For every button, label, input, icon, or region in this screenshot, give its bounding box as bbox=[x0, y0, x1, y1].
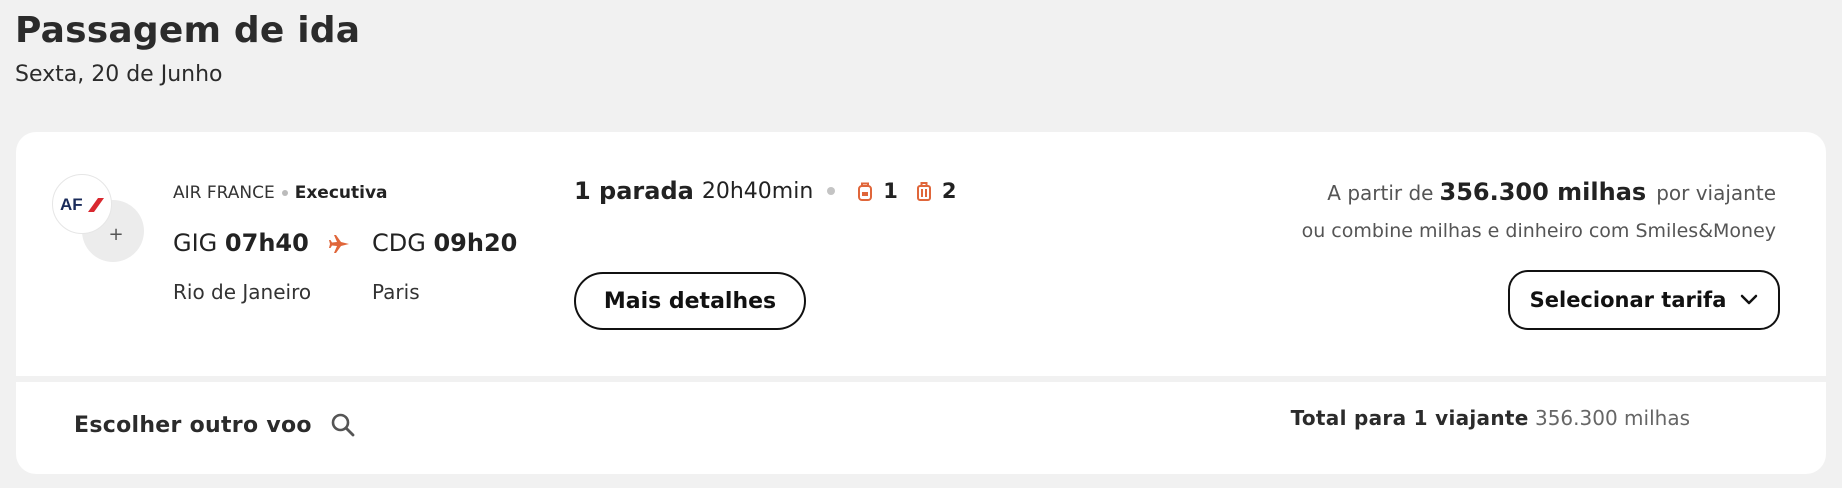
origin-code: GIG bbox=[173, 229, 218, 257]
flight-date: Sexta, 20 de Junho bbox=[15, 62, 223, 87]
plane-icon bbox=[329, 235, 349, 253]
flight-card: AF + AIR FRANCE Executiva GIG 07h40 CDG … bbox=[16, 132, 1826, 474]
price-miles: 356.300 milhas bbox=[1439, 178, 1647, 206]
choose-other-flight-button[interactable]: Escolher outro voo bbox=[74, 412, 356, 438]
cabin-class: Executiva bbox=[294, 183, 388, 203]
backpack-icon bbox=[858, 182, 873, 201]
page-title: Passagem de ida bbox=[15, 10, 361, 51]
plus-icon: + bbox=[108, 223, 124, 245]
suitcase-icon bbox=[916, 182, 931, 201]
stops: 1 parada bbox=[574, 177, 694, 205]
total-value: 356.300 milhas bbox=[1534, 406, 1690, 430]
dot-separator bbox=[827, 187, 836, 195]
dot-separator bbox=[281, 190, 288, 196]
destination-code: CDG bbox=[372, 229, 426, 257]
select-fare-button[interactable]: Selecionar tarifa bbox=[1508, 270, 1780, 330]
checked-bag-count: 2 bbox=[941, 179, 957, 203]
price-info: A partir de 356.300 milhas por viajante bbox=[1327, 178, 1776, 206]
departure-time: 07h40 bbox=[224, 229, 309, 257]
total-label: Total para 1 viajante bbox=[1290, 406, 1529, 430]
carry-on-baggage: 1 bbox=[857, 179, 898, 203]
carry-on-count: 1 bbox=[883, 179, 898, 203]
price-prefix: A partir de bbox=[1327, 181, 1434, 205]
airline-name: AIR FRANCE bbox=[173, 183, 275, 203]
flight-summary: 1 parada 20h40min 1 2 bbox=[574, 177, 975, 205]
destination-city: Paris bbox=[372, 280, 420, 304]
duration: 20h40min bbox=[701, 178, 814, 204]
arrival-time: 09h20 bbox=[433, 229, 518, 257]
more-details-button[interactable]: Mais detalhes bbox=[574, 272, 806, 330]
departure: GIG 07h40 bbox=[173, 229, 309, 257]
origin-city: Rio de Janeiro bbox=[173, 280, 312, 304]
total-price: Total para 1 viajante 356.300 milhas bbox=[1291, 406, 1690, 430]
price-suffix: por viajante bbox=[1656, 181, 1776, 205]
choose-other-flight-label: Escolher outro voo bbox=[74, 412, 312, 438]
arrival: CDG 09h20 bbox=[372, 229, 517, 257]
airline-info: AIR FRANCE Executiva bbox=[173, 183, 388, 203]
checked-baggage: 2 bbox=[916, 179, 957, 203]
logo-text: AF bbox=[60, 195, 83, 214]
smiles-money-note: ou combine milhas e dinheiro com Smiles&… bbox=[1301, 220, 1776, 242]
select-fare-label: Selecionar tarifa bbox=[1529, 288, 1727, 312]
airline-logo: AF bbox=[52, 174, 112, 234]
chevron-down-icon bbox=[1741, 294, 1758, 305]
divider bbox=[16, 376, 1826, 382]
search-icon bbox=[331, 413, 355, 437]
